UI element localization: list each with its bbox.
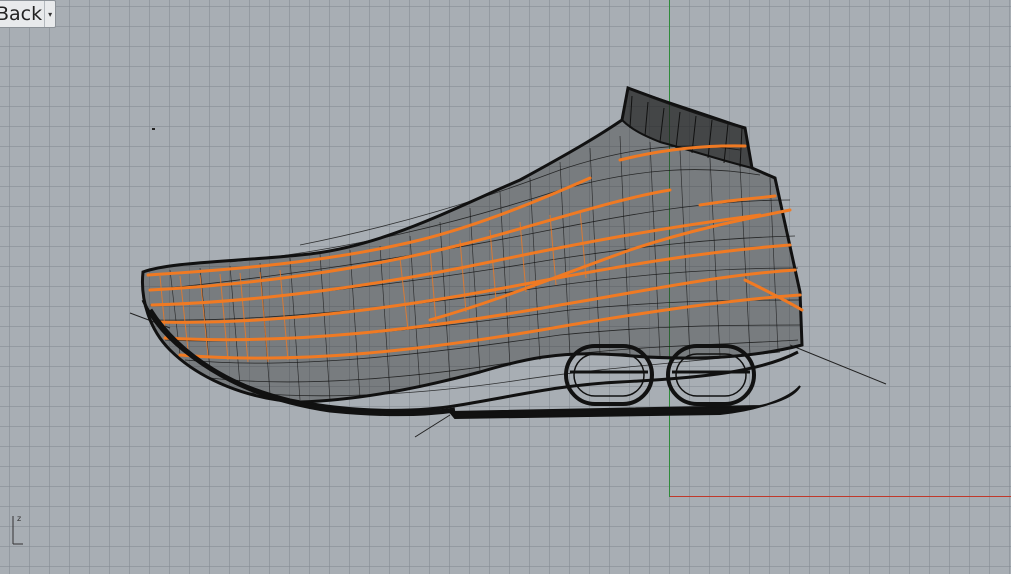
rhino-viewport[interactable]: Back ▾ z	[0, 0, 1011, 574]
axis-gizmo: z	[9, 514, 25, 546]
shoe-wireframe-model[interactable]	[0, 0, 1011, 574]
guide-line-back	[789, 344, 887, 385]
guide-line-bottom	[414, 414, 451, 438]
stray-point	[152, 128, 155, 130]
axis-label-z: z	[17, 514, 22, 523]
